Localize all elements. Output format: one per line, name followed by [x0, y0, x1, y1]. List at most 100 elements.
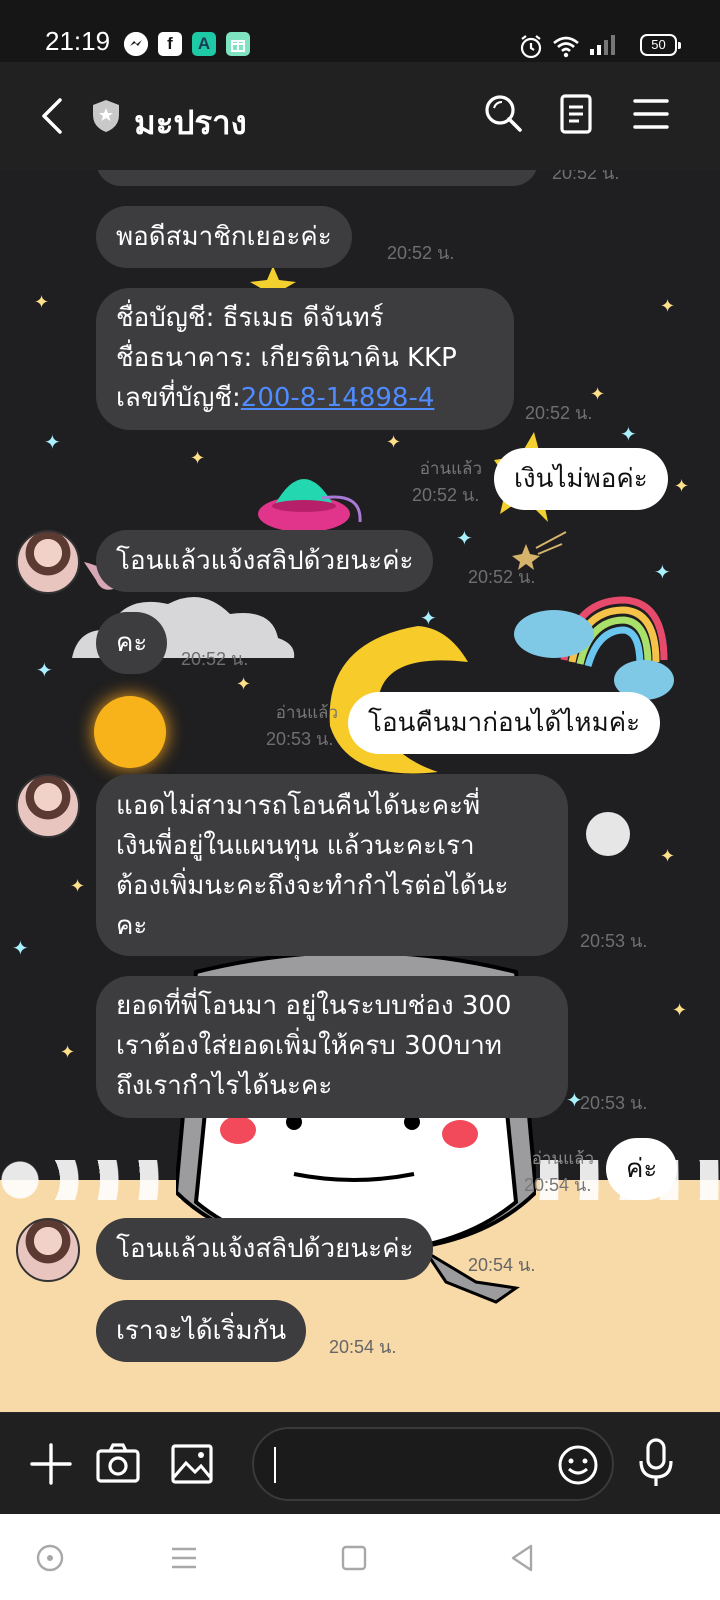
- star-decoration: ✦: [236, 674, 252, 695]
- sparkle-decoration: ✦: [12, 936, 29, 960]
- back-nav-icon[interactable]: [504, 1540, 540, 1576]
- account-name-line: ชื่อบัญชี: ธีรเมธ ดีจันทร์: [116, 303, 384, 333]
- message-bubble-outgoing[interactable]: เงินไม่พอค่ะ: [494, 448, 668, 510]
- microphone-icon[interactable]: [636, 1437, 676, 1489]
- official-shield-icon: [93, 100, 119, 132]
- read-receipt: อ่านแล้ว: [531, 1149, 594, 1169]
- message-bubble-incoming[interactable]: ชื่อบัญชี: ธีรเมธ ดีจันทร์ ชื่อธนาคาร: เ…: [96, 288, 514, 430]
- sparkle-decoration: ✦: [620, 422, 637, 446]
- message-line: เราต้องใส่ยอดเพิ่มให้ครบ 300บาท: [116, 1031, 502, 1061]
- message-time: 20:54 น.: [524, 1175, 592, 1195]
- read-receipt: อ่านแล้ว: [419, 459, 482, 479]
- a-app-icon: A: [192, 32, 216, 56]
- facebook-icon: f: [158, 32, 182, 56]
- message-text: โอนคืนมาก่อนได้ไหมค่ะ: [368, 708, 641, 738]
- message-bubble-previous[interactable]: [96, 170, 538, 186]
- sparkle-decoration: ✦: [36, 658, 53, 682]
- star-decoration: ✦: [660, 296, 676, 317]
- wifi-icon: [553, 36, 579, 58]
- contact-avatar[interactable]: [16, 1218, 80, 1282]
- back-arrow-icon[interactable]: [36, 96, 66, 136]
- message-bubble-outgoing[interactable]: โอนคืนมาก่อนได้ไหมค่ะ: [348, 692, 661, 754]
- message-time: 20:54 น.: [468, 1255, 536, 1275]
- message-text: เงินไม่พอค่ะ: [514, 464, 648, 494]
- star-decoration: ✦: [386, 432, 402, 453]
- status-bar: 21:19 f A 50: [0, 0, 720, 62]
- message-time: 20:52 น.: [468, 567, 536, 587]
- message-time: 20:52 น.: [552, 170, 620, 183]
- emoji-icon[interactable]: [556, 1443, 600, 1487]
- small-moon-decoration: [586, 812, 630, 856]
- message-bubble-incoming[interactable]: ยอดที่พี่โอนมา อยู่ในระบบช่อง 300 เราต้อ…: [96, 976, 568, 1118]
- message-line: ต้องเพิ่มนะคะถึงจะทำกำไรต่อได้นะ: [116, 871, 509, 901]
- star-decoration: ✦: [60, 1042, 76, 1063]
- system-navigation-bar: [0, 1514, 720, 1600]
- star-decoration: ✦: [34, 292, 50, 313]
- star-decoration: ✦: [70, 876, 86, 897]
- ufo-decoration: [258, 479, 362, 532]
- message-time: 20:54 น.: [329, 1337, 397, 1357]
- signal-icon: [590, 35, 615, 55]
- account-number-label: เลขที่บัญชี:: [116, 383, 241, 413]
- star-decoration: ✦: [660, 846, 676, 867]
- camera-icon[interactable]: [94, 1441, 142, 1487]
- message-line: แอดไม่สามารถโอนคืนได้นะคะพี่: [116, 791, 481, 821]
- message-line: ถึงเรากำไรได้นะคะ: [116, 1071, 333, 1101]
- read-receipt: อ่านแล้ว: [275, 703, 338, 723]
- notes-icon[interactable]: [550, 88, 602, 140]
- message-text: พอดีสมาชิกเยอะค่ะ: [116, 222, 332, 252]
- message-bubble-incoming[interactable]: พอดีสมาชิกเยอะค่ะ: [96, 206, 352, 268]
- rainbow-cloud-decoration: [514, 596, 674, 700]
- assistant-nav-icon[interactable]: [32, 1540, 68, 1576]
- sparkle-decoration: ✦: [44, 430, 61, 454]
- star-decoration: ✦: [672, 1000, 688, 1021]
- text-cursor: [274, 1447, 276, 1483]
- contact-avatar[interactable]: [16, 774, 80, 838]
- message-time: 20:53 น.: [580, 931, 648, 951]
- chat-header: มะปราง: [0, 62, 720, 171]
- message-bubble-incoming[interactable]: คะ: [96, 612, 168, 674]
- star-decoration: ✦: [674, 476, 690, 497]
- message-time: 20:52 น.: [387, 243, 455, 263]
- message-time: 20:53 น.: [266, 729, 334, 749]
- status-time: 21:19: [45, 26, 111, 56]
- message-text: คะ: [116, 628, 148, 658]
- image-icon[interactable]: [168, 1441, 216, 1487]
- chat-title: มะปราง: [134, 103, 247, 142]
- message-input[interactable]: [252, 1427, 614, 1501]
- message-text: เราจะได้เริ่มกัน: [116, 1316, 287, 1346]
- message-time: 20:52 น.: [525, 403, 593, 423]
- message-bubble-outgoing[interactable]: ค่ะ: [606, 1138, 678, 1200]
- sparkle-decoration: ✦: [456, 526, 473, 550]
- battery-indicator: 50: [640, 34, 681, 56]
- message-bubble-incoming[interactable]: แอดไม่สามารถโอนคืนได้นะคะพี่ เงินพี่อยู่…: [96, 774, 568, 956]
- message-text: ค่ะ: [626, 1154, 658, 1184]
- message-line: เงินพี่อยู่ในแผนทุน แล้วนะคะเรา: [116, 831, 475, 861]
- message-time: 20:52 น.: [412, 485, 480, 505]
- message-line: คะ: [116, 911, 148, 941]
- bank-name-line: ชื่อธนาคาร: เกียรตินาคิน KKP: [116, 343, 457, 373]
- message-bubble-incoming[interactable]: โอนแล้วแจ้งสลิปด้วยนะค่ะ: [96, 1218, 434, 1280]
- contact-avatar[interactable]: [16, 530, 80, 594]
- message-text: โอนแล้วแจ้งสลิปด้วยนะค่ะ: [116, 546, 414, 576]
- plus-icon[interactable]: [28, 1441, 74, 1487]
- messenger-icon: [124, 32, 148, 56]
- message-input-bar: [0, 1412, 720, 1515]
- gift-app-icon: [226, 32, 250, 56]
- sparkle-decoration: ✦: [654, 560, 671, 584]
- recent-apps-nav-icon[interactable]: [166, 1540, 202, 1576]
- message-line: ยอดที่พี่โอนมา อยู่ในระบบช่อง 300: [116, 991, 512, 1021]
- message-text: โอนแล้วแจ้งสลิปด้วยนะค่ะ: [116, 1234, 414, 1264]
- alarm-icon: [520, 35, 542, 59]
- sun-decoration: [94, 696, 166, 768]
- message-time: 20:53 น.: [580, 1093, 648, 1113]
- star-decoration: ✦: [190, 448, 206, 469]
- account-number-link[interactable]: 200-8-14898-4: [241, 383, 435, 413]
- message-time: 20:52 น.: [181, 649, 249, 669]
- home-nav-icon[interactable]: [336, 1540, 372, 1576]
- message-bubble-incoming[interactable]: โอนแล้วแจ้งสลิปด้วยนะค่ะ: [96, 530, 434, 592]
- message-bubble-incoming[interactable]: เราจะได้เริ่มกัน: [96, 1300, 307, 1362]
- menu-icon[interactable]: [625, 88, 677, 140]
- chat-area[interactable]: ✦ ✦ ✦ ✦ ✦ ✦ ✦ ✦ ✦ ✦ ✦ ✦ ✦ ✦ ✦ ✦ ✦ ✦ ✦ 20…: [0, 170, 720, 1412]
- search-icon[interactable]: [478, 88, 530, 140]
